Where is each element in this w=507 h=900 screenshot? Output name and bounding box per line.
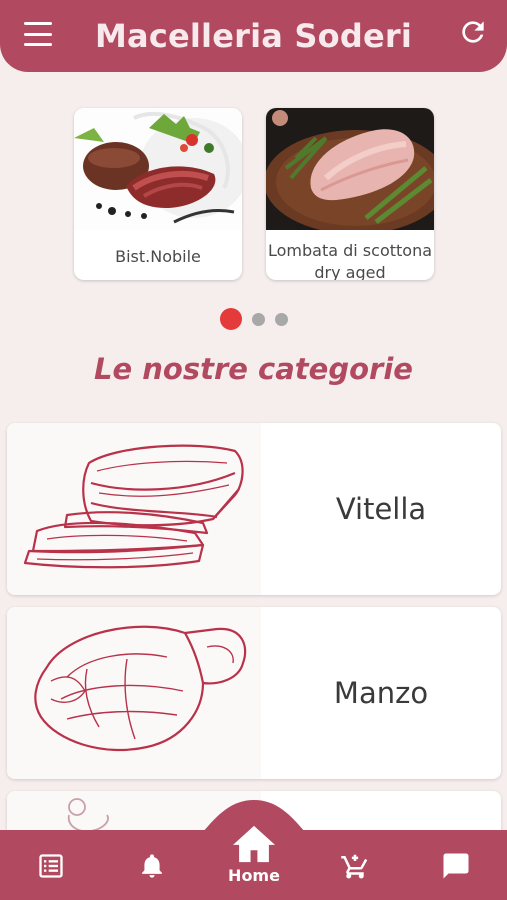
featured-card[interactable]: Lombata di scottona dry aged (266, 108, 434, 280)
featured-card[interactable]: Bist.Nobile (74, 108, 242, 280)
featured-card-label: Bist.Nobile (115, 247, 201, 266)
raw-loin-image (266, 108, 434, 234)
nav-home-label: Home (228, 866, 280, 885)
category-name: Manzo (333, 676, 429, 710)
featured-carousel[interactable]: Bist.Nobile Lombata di scottona dry aged (0, 108, 507, 283)
carousel-dot[interactable] (274, 312, 288, 326)
app-header: Macelleria Soderi (0, 0, 507, 72)
bottom-navigation: Home (0, 800, 507, 900)
category-name: Vitella (335, 492, 427, 526)
carousel-dot[interactable] (251, 312, 265, 326)
list-icon (39, 854, 63, 878)
hamburger-menu-icon[interactable] (24, 22, 52, 46)
carousel-dot[interactable] (219, 308, 242, 330)
chat-icon (443, 853, 469, 879)
app-title: Macelleria Soderi (94, 17, 413, 55)
nav-cart[interactable] (337, 848, 373, 884)
steak-illustration (7, 607, 261, 779)
nav-chat[interactable] (438, 848, 474, 884)
sliced-steak-image (74, 108, 242, 230)
sliced-meat-illustration (7, 423, 261, 595)
section-title: Le nostre categorie (94, 352, 413, 386)
nav-home[interactable]: Home (214, 822, 294, 896)
nav-list[interactable] (33, 848, 69, 884)
app-root: Macelleria Soderi Bist.Nobile Lombata di… (0, 0, 507, 900)
cart-icon (341, 854, 368, 879)
category-card-vitella[interactable]: Vitella (7, 423, 501, 595)
carousel-pagination (0, 308, 507, 330)
home-icon (233, 825, 275, 863)
bell-icon (142, 854, 162, 878)
nav-notifications[interactable] (134, 848, 170, 884)
category-card-manzo[interactable]: Manzo (7, 607, 501, 779)
refresh-icon[interactable] (457, 16, 489, 48)
featured-card-label: Lombata di scottona dry aged (267, 241, 433, 280)
